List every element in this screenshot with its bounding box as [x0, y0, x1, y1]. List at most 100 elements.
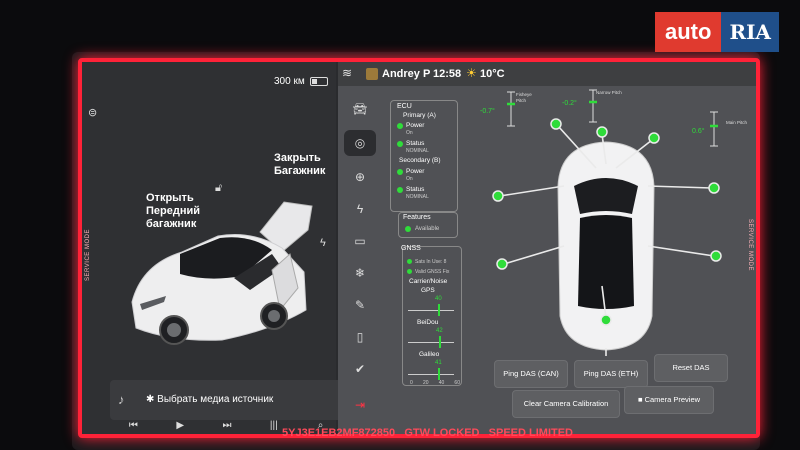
gps-label: GPS: [421, 287, 435, 294]
car-panel: ⊜ 300 км Открыть Передний багажник Закры…: [82, 62, 344, 434]
outside-temperature: 10°C: [480, 68, 505, 80]
secondary-status-value: NOMINAL: [406, 194, 429, 200]
ping-das-can-button[interactable]: Ping DAS (CAN): [494, 360, 568, 388]
tick-0: 0: [410, 380, 413, 386]
user-avatar[interactable]: [366, 68, 378, 80]
features-panel: Features Available: [398, 212, 458, 238]
beidou-cn-marker: [439, 336, 441, 348]
beidou-cn-value: 42: [436, 328, 443, 334]
camera-narrow-dot: [596, 126, 608, 138]
gnss-fix: Valid GNSS Fix: [415, 269, 450, 275]
fix-dot: [407, 269, 412, 274]
camera-preview-label: Camera Preview: [644, 395, 701, 404]
reset-das-button[interactable]: Reset DAS: [654, 354, 728, 382]
rear-trunk-line-1: Закрыть: [274, 152, 321, 164]
secondary-status-dot: [397, 187, 403, 193]
next-track-icon[interactable]: ⏭︎: [212, 420, 242, 434]
narrow-pitch-label: Narrow Pitch: [596, 90, 622, 95]
touchscreen: ⊜ 300 км Открыть Передний багажник Закры…: [78, 58, 760, 438]
sidebar-thermal-icon[interactable]: ❄: [344, 260, 376, 286]
features-title: Features: [403, 214, 431, 221]
ping-das-eth-button[interactable]: Ping DAS (ETH): [574, 360, 648, 388]
tick-60: 60: [454, 380, 460, 386]
ecu-secondary: Secondary (B): [399, 157, 441, 164]
beidou-label: BeiDou: [417, 319, 439, 326]
camera-layout-diagram: [492, 89, 722, 356]
sidebar-autopilot-icon[interactable]: ◎: [344, 130, 376, 156]
galileo-cn-value: 41: [435, 360, 442, 366]
camera-right-repeater-dot: [708, 182, 720, 194]
wifi-icon[interactable]: ≋: [342, 66, 352, 80]
camera-preview-button[interactable]: ■ Camera Preview: [624, 386, 714, 414]
beidou-cn-meter: 42: [408, 328, 454, 350]
features-available: Available: [415, 226, 440, 232]
sidebar-door-icon[interactable]: ▯: [344, 324, 376, 350]
service-mode-label-left: SERVICE MODE: [84, 229, 91, 281]
fisheye-pitch-value: -0.7°: [480, 108, 495, 115]
range-readout: 300 км: [274, 76, 305, 87]
sidebar-power-icon[interactable]: ϟ: [344, 196, 376, 222]
galileo-label: Galileo: [419, 351, 440, 358]
play-icon[interactable]: ▶: [165, 420, 195, 434]
secondary-power-label: Power: [406, 168, 425, 175]
service-status-bar: 5YJ3E1EB2MF872850 GTW LOCKED SPEED LIMIT…: [282, 427, 573, 439]
battery-icon: [310, 77, 328, 86]
primary-power-label: Power: [406, 122, 425, 129]
sidebar-chassis-icon[interactable]: ⊕: [344, 164, 376, 190]
sun-icon: ☀: [466, 66, 477, 80]
secondary-status-label: Status: [406, 186, 425, 193]
clock: 12:58: [433, 68, 462, 80]
gnss-title: GNSS: [401, 245, 421, 252]
main-pitch-value: 0.6°: [692, 128, 705, 135]
media-source-text: Выбрать медиа источник: [157, 394, 274, 405]
camera-right-pillar-dot: [710, 250, 722, 262]
camera-cabin-dot: [600, 314, 612, 326]
sidebar-exit-icon[interactable]: ⇥: [344, 392, 376, 418]
headlight-icon[interactable]: ⊜: [88, 106, 97, 119]
status-bar: ≋ Andrey P 12:58 ☀ 10°C: [338, 62, 756, 86]
service-panel: SERVICE MODE ≋ Andrey P 12:58 ☀ 10°C 🚘︎ …: [338, 62, 756, 434]
narrow-pitch-value: -0.2°: [562, 100, 577, 107]
vin: 5YJ3E1EB2MF872850: [282, 427, 396, 439]
media-player[interactable]: ♪ ✱ Выбрать медиа источник: [110, 380, 344, 420]
rear-trunk-button[interactable]: Закрыть Багажник: [274, 152, 325, 178]
ecu-panel: ECU Primary (A) Power On Status NOMINAL …: [390, 100, 458, 212]
sidebar-diagnostics-icon[interactable]: ✔: [344, 356, 376, 382]
sidebar-tools-icon[interactable]: ✎: [344, 292, 376, 318]
primary-status-value: NOMINAL: [406, 148, 429, 154]
secondary-power-status-dot: [397, 169, 403, 175]
service-sidebar: 🚘︎ ◎ ⊕ ϟ ▭ ❄ ✎ ▯ ✔ ⇥: [344, 96, 376, 426]
bluetooth-icon: ✱: [146, 394, 158, 405]
tick-20: 20: [422, 380, 429, 386]
primary-status-dot: [397, 141, 403, 147]
media-source-label[interactable]: ✱ Выбрать медиа источник: [146, 394, 273, 405]
primary-status-label: Status: [406, 140, 425, 147]
features-status-dot: [405, 226, 411, 232]
camera-icon: ■: [637, 395, 645, 404]
gnss-axis-ticks: 0 20 40 60: [410, 380, 460, 386]
sidebar-battery-icon[interactable]: ▭: [344, 228, 376, 254]
rear-trunk-line-2: Багажник: [274, 165, 326, 177]
sidebar-vehicle-icon[interactable]: 🚘︎: [344, 96, 376, 122]
gps-cn-meter: 40: [408, 296, 454, 318]
gps-cn-value: 40: [435, 296, 442, 302]
ecu-primary: Primary (A): [403, 112, 436, 119]
ecu-title: ECU: [397, 103, 412, 110]
previous-track-icon[interactable]: ⏮︎: [118, 420, 148, 434]
gtw-status: GTW LOCKED: [404, 427, 480, 439]
speed-status: SPEED LIMITED: [488, 427, 573, 439]
tick-40: 40: [438, 380, 445, 386]
camera-left-repeater-dot: [492, 190, 504, 202]
sats-dot: [407, 259, 412, 264]
clear-camera-calibration-button[interactable]: Clear Camera Calibration: [512, 390, 620, 418]
camera-main-dot: [648, 132, 660, 144]
secondary-power-value: On: [406, 176, 413, 182]
main-pitch-label: Main Pitch: [726, 120, 748, 125]
user-name[interactable]: Andrey P: [382, 68, 430, 80]
music-note-icon: ♪: [118, 392, 125, 407]
watermark-logo: auto RIA: [655, 12, 779, 52]
gnss-sats: Sats In Use: 8: [415, 259, 447, 265]
watermark-ria: RIA: [721, 12, 779, 52]
carrier-noise-label: Carrier/Noise: [409, 278, 448, 285]
watermark-auto: auto: [655, 12, 722, 52]
